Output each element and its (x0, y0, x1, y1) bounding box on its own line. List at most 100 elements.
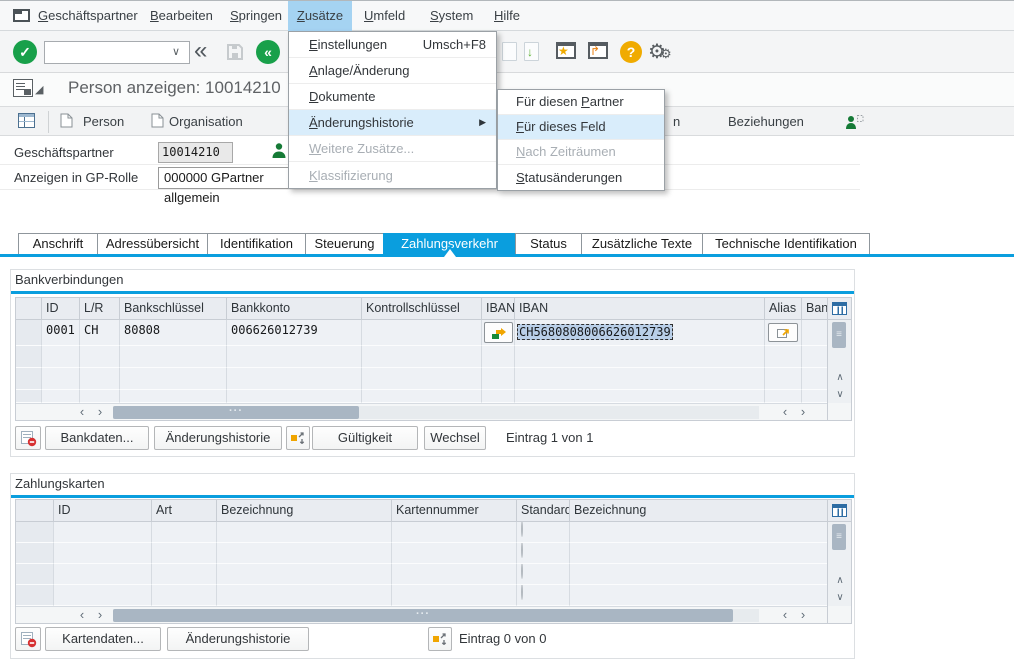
scroll-right-button[interactable]: › (794, 607, 812, 623)
hscroll-thumb[interactable]: ··· (113, 609, 733, 622)
cell-bankschluessel[interactable]: 80808 (120, 320, 227, 346)
create-shortcut-icon[interactable]: ↱ (588, 42, 608, 59)
col-bankschluessel[interactable]: Bankschlüssel (120, 298, 227, 320)
tab-steuerung[interactable]: Steuerung (305, 233, 384, 255)
kartendaten-button[interactable]: Kartendaten... (45, 627, 161, 651)
continue-check-icon[interactable]: ✓ (13, 40, 37, 64)
delete-bank-row-button[interactable] (15, 426, 41, 450)
vscroll-thumb[interactable]: ≡ (832, 322, 846, 348)
scroll-down-button[interactable]: ∨ (828, 589, 852, 606)
submenuitem-fuer-diesen-partner[interactable]: Für diesen Partner (498, 90, 664, 115)
tab-technische-identifikation[interactable]: Technische Identifikation (702, 233, 870, 255)
col-iban-button[interactable]: IBAN (482, 298, 515, 320)
hscroll-track[interactable]: ··· (113, 609, 759, 622)
scroll-down-button[interactable]: ∨ (828, 386, 852, 403)
title-expand-icon[interactable]: ◢ (35, 83, 43, 96)
cards-aenderungshistorie-button[interactable]: Änderungshistorie (167, 627, 309, 651)
window-system-icon[interactable] (13, 9, 30, 22)
col-standard[interactable]: Standard (517, 500, 570, 522)
hscroll-thumb[interactable]: ··· (113, 406, 359, 419)
gueltigkeit-button[interactable]: Gültigkeit (312, 426, 418, 450)
menuitem-dokumente[interactable]: Dokumente (289, 84, 496, 110)
scroll-up-button[interactable]: ∧ (828, 369, 852, 386)
menu-bearbeiten[interactable]: Bearbeiten (142, 1, 221, 31)
menuitem-anlage-aenderung[interactable]: Anlage/Änderung (289, 58, 496, 84)
menu-geschaeftspartner[interactable]: Geschäftspartner (30, 1, 146, 31)
iban-selected-value[interactable]: CH5680808006626012739 (517, 324, 673, 340)
cell-lr[interactable]: CH (80, 320, 120, 346)
cell-bankkonto[interactable]: 006626012739 (227, 320, 362, 346)
help-icon[interactable]: ? (620, 41, 642, 63)
apptoolbar-item-person[interactable]: Person (83, 107, 124, 136)
scroll-up-button[interactable]: ∧ (828, 572, 852, 589)
scroll-left-button[interactable]: ‹ (776, 607, 794, 623)
tab-adressuebersicht[interactable]: Adressübersicht (97, 233, 208, 255)
table-settings-icon[interactable] (832, 504, 847, 517)
organisation-tab-doc-icon[interactable] (151, 113, 164, 128)
scroll-left-button[interactable]: ‹ (776, 404, 794, 420)
bankdaten-button[interactable]: Bankdaten... (45, 426, 149, 450)
menuitem-aenderungshistorie[interactable]: Änderungshistorie ▶ (289, 110, 496, 136)
download-icon[interactable]: ↓ (524, 42, 539, 61)
table-settings-icon[interactable] (832, 302, 847, 315)
relationships-person-icon[interactable] (845, 114, 864, 130)
bank-organize-button[interactable] (286, 426, 310, 450)
wechsel-button[interactable]: Wechsel (424, 426, 486, 450)
menu-umfeld[interactable]: Umfeld (356, 1, 413, 31)
submenuitem-fuer-dieses-feld[interactable]: Für dieses Feld (498, 115, 664, 140)
print-icon[interactable] (502, 42, 517, 61)
scroll-right-button[interactable]: › (91, 404, 109, 420)
col-art[interactable]: Art (152, 500, 217, 522)
new-session-icon[interactable]: ★ (556, 42, 576, 59)
tab-status[interactable]: Status (515, 233, 582, 255)
col-bankkonto[interactable]: Bankkonto (227, 298, 362, 320)
menu-springen[interactable]: Springen (222, 1, 290, 31)
col-alias[interactable]: Alias (765, 298, 802, 320)
person-tab-doc-icon[interactable] (60, 113, 73, 128)
iban-edit-button[interactable] (484, 322, 513, 343)
command-field-input[interactable] (44, 41, 190, 64)
cell-id[interactable]: 0001 (42, 320, 80, 346)
row-selector-header[interactable] (16, 298, 42, 320)
tab-identifikation[interactable]: Identifikation (207, 233, 306, 255)
menu-system[interactable]: System (422, 1, 481, 31)
submenuitem-statusaenderungen[interactable]: Statusänderungen (498, 165, 664, 190)
bank-aenderungshistorie-button[interactable]: Änderungshistorie (154, 426, 282, 450)
row-selector-header[interactable] (16, 500, 54, 522)
exit-icon[interactable]: « (256, 40, 280, 64)
menu-zusaetze[interactable]: Zusätze (288, 1, 352, 31)
col-lr[interactable]: L/R (80, 298, 120, 320)
cards-organize-button[interactable] (428, 627, 452, 651)
scroll-left-button[interactable]: ‹ (73, 607, 91, 623)
menuitem-einstellungen[interactable]: Einstellungen Umsch+F8 (289, 32, 496, 58)
scroll-right-button[interactable]: › (794, 404, 812, 420)
apptoolbar-item-organisation[interactable]: Organisation (169, 107, 243, 136)
apptoolbar-item-partial[interactable]: n (673, 107, 680, 136)
partner-field-value[interactable]: 10014210 (158, 142, 233, 163)
col-bezeichnung-2[interactable]: Bezeichnung (570, 500, 827, 522)
title-menu-icon[interactable] (13, 79, 33, 97)
col-id[interactable]: ID (54, 500, 152, 522)
col-bank[interactable]: Bank (802, 298, 827, 320)
cell-kontrollschluessel[interactable] (362, 320, 482, 346)
col-id[interactable]: ID (42, 298, 80, 320)
tab-anschrift[interactable]: Anschrift (18, 233, 98, 255)
col-iban[interactable]: IBAN (515, 298, 765, 320)
tab-zusaetzliche-texte[interactable]: Zusätzliche Texte (581, 233, 703, 255)
apptoolbar-item-beziehungen[interactable]: Beziehungen (728, 107, 804, 136)
scroll-left-button[interactable]: ‹ (73, 404, 91, 420)
col-kontrollschluessel[interactable]: Kontrollschlüssel (362, 298, 482, 320)
col-kartennummer[interactable]: Kartennummer (392, 500, 517, 522)
alias-button[interactable] (768, 323, 798, 342)
row-selector-cell[interactable] (16, 320, 42, 346)
vscroll-thumb[interactable]: ≡ (832, 524, 846, 550)
menu-hilfe[interactable]: Hilfe (486, 1, 528, 31)
back-icon[interactable]: « (194, 39, 207, 63)
cell-iban[interactable]: CH5680808006626012739 (515, 320, 765, 346)
overview-icon[interactable] (18, 113, 35, 128)
delete-card-row-button[interactable] (15, 627, 41, 651)
scroll-right-button[interactable]: › (91, 607, 109, 623)
hscroll-track[interactable]: ··· (113, 406, 759, 419)
col-bezeichnung[interactable]: Bezeichnung (217, 500, 392, 522)
customize-gears-icon[interactable]: ⚙⚙ (648, 39, 672, 64)
